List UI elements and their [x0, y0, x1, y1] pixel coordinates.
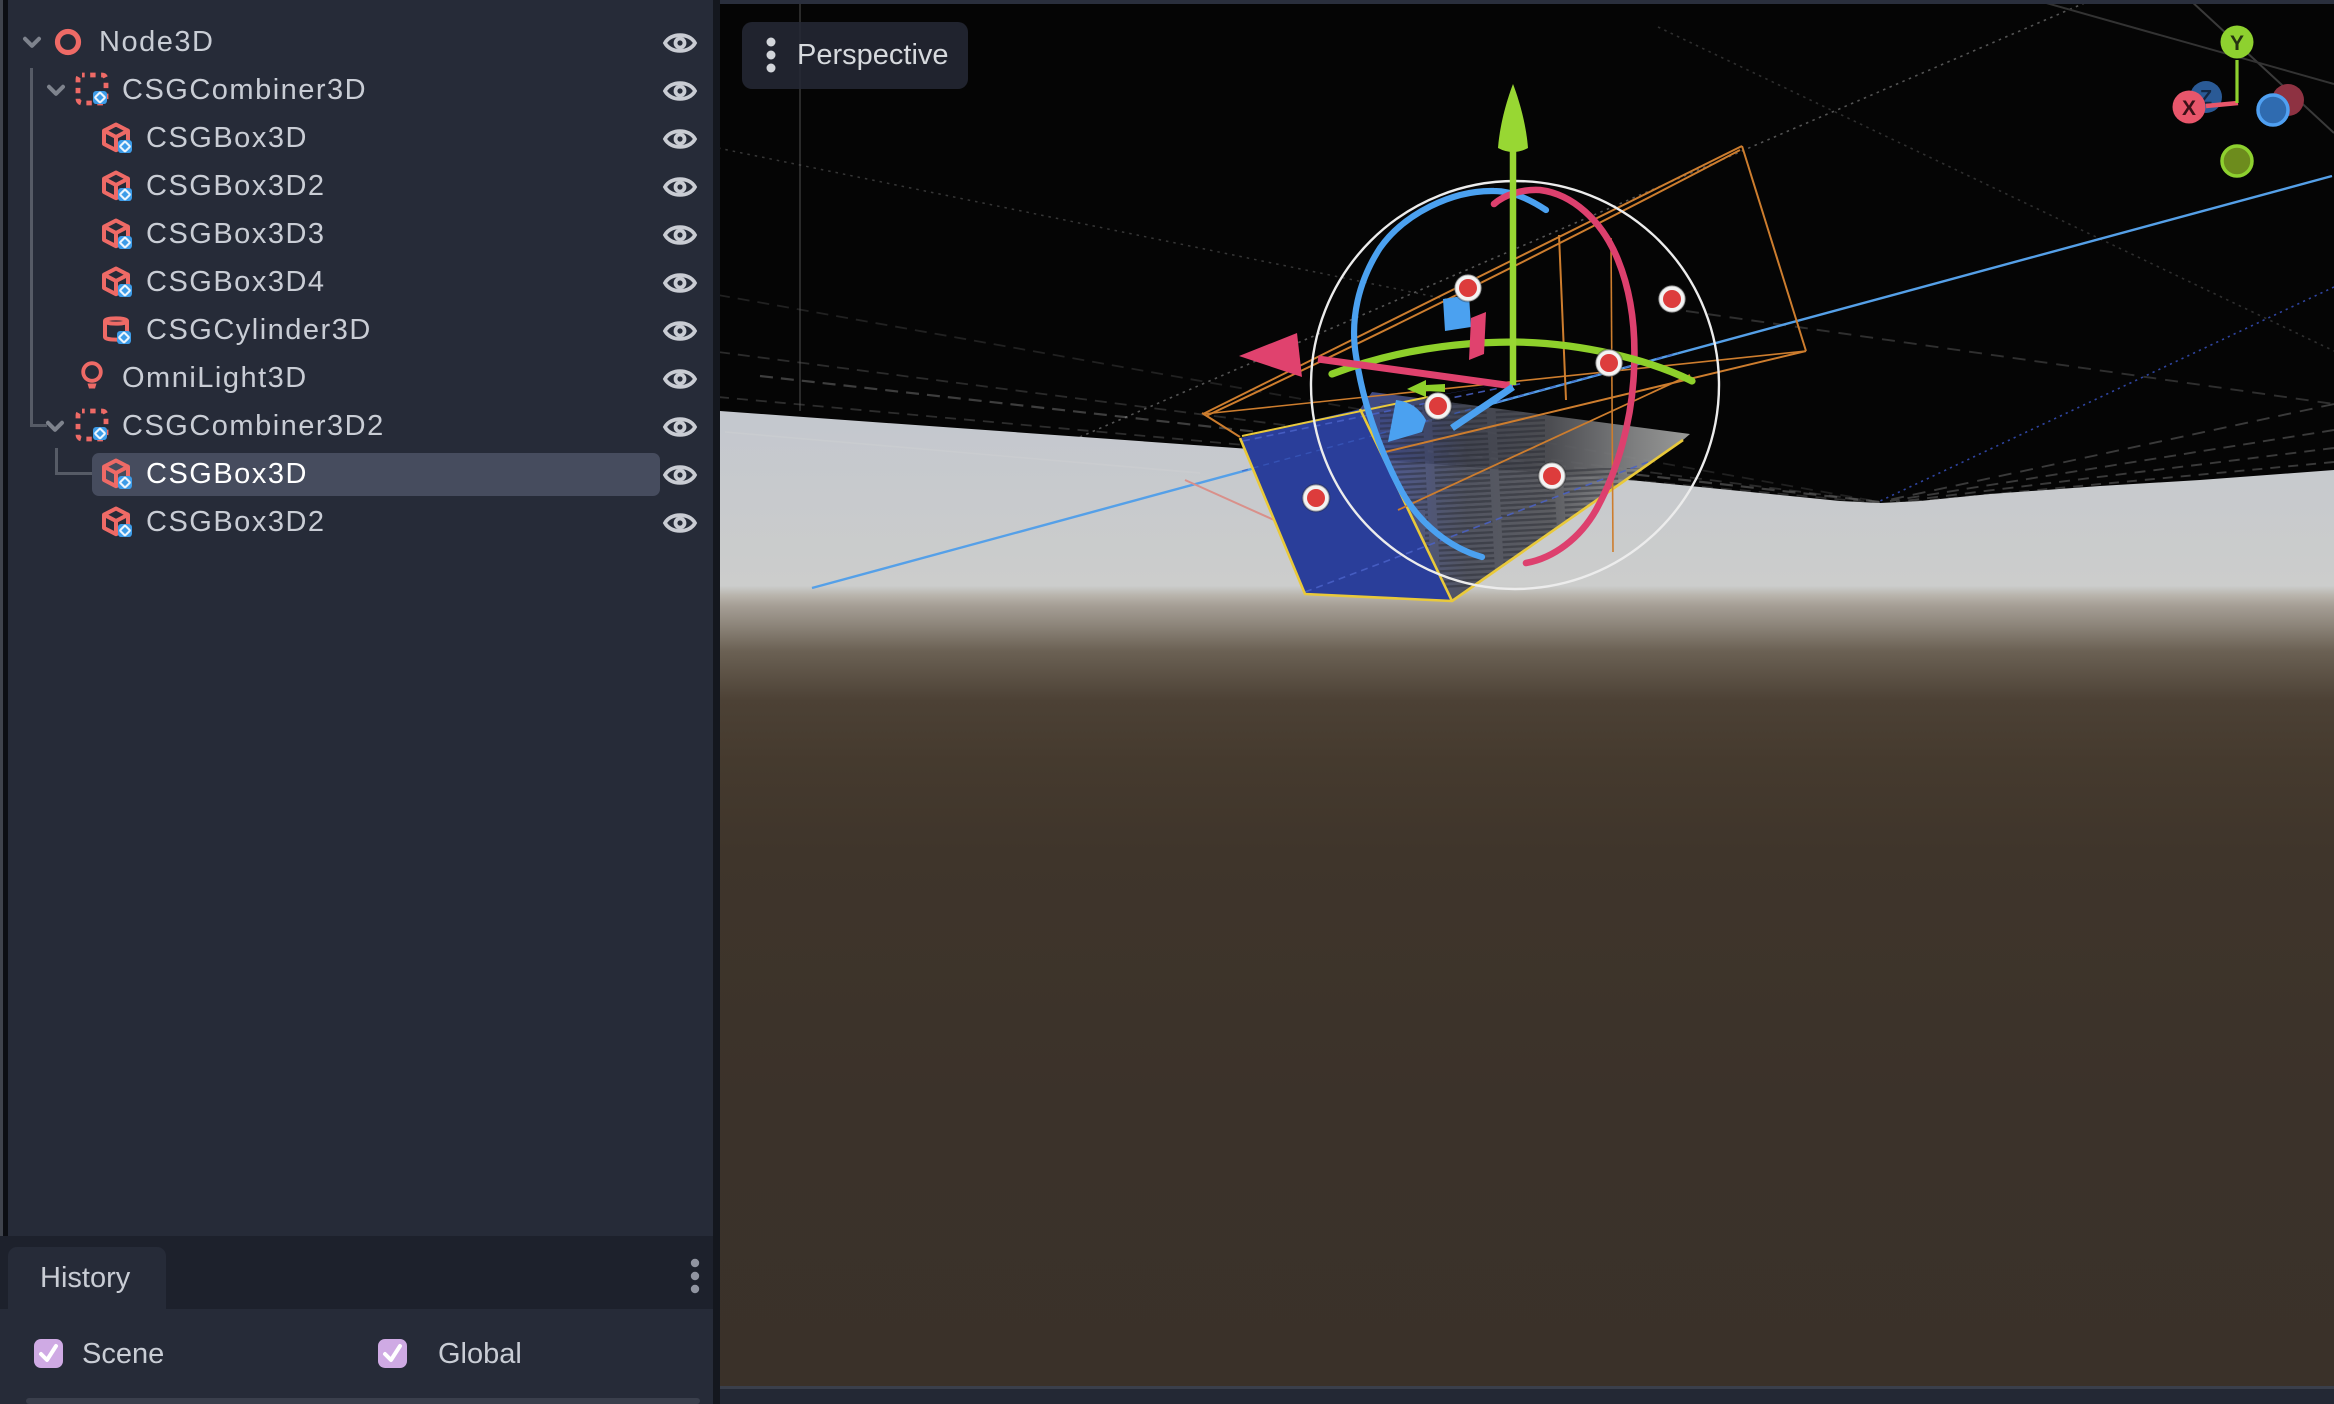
svg-text:Y: Y: [2230, 32, 2244, 55]
svg-text:X: X: [2182, 97, 2196, 120]
